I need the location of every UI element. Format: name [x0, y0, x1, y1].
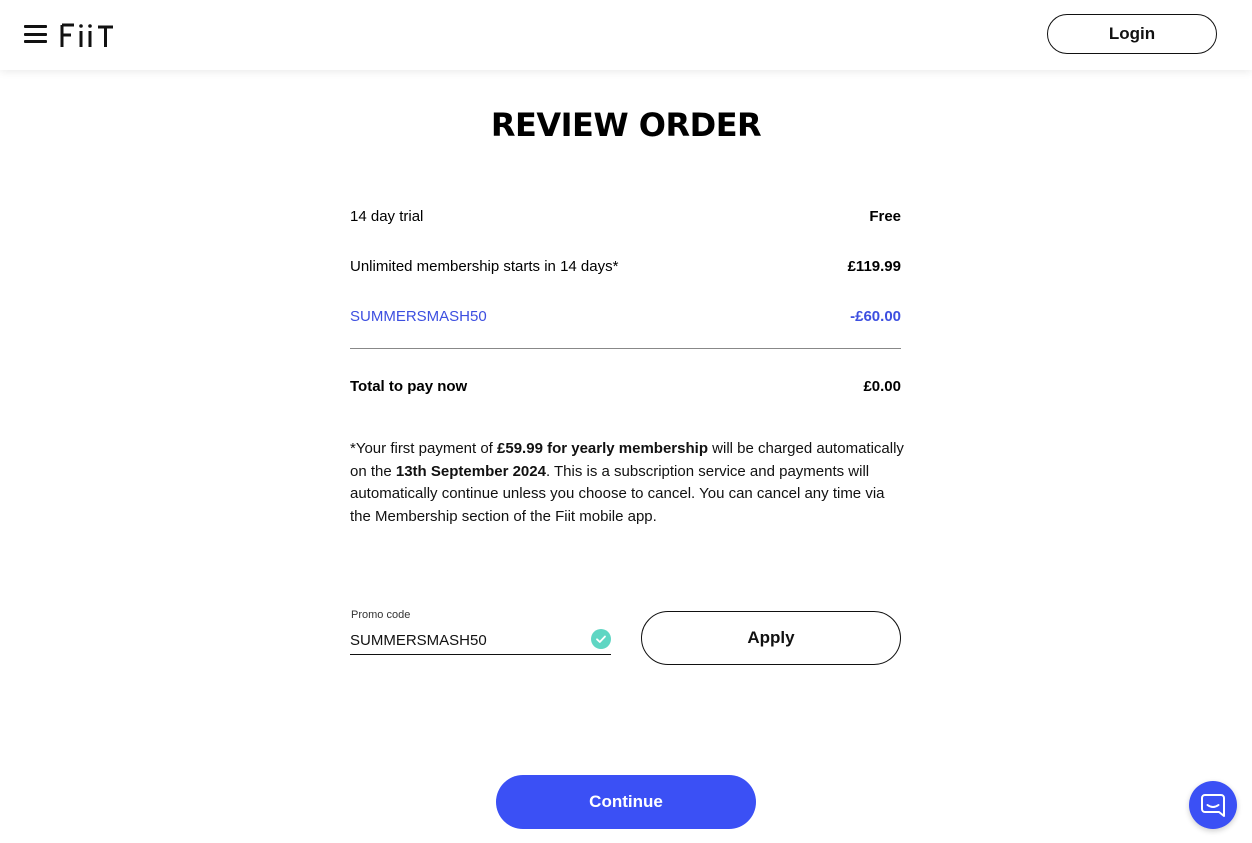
- continue-button[interactable]: Continue: [496, 775, 756, 829]
- promo-code-input[interactable]: [350, 627, 611, 655]
- top-navigation-bar: Login: [0, 0, 1252, 70]
- order-line-value: £119.99: [847, 257, 901, 275]
- order-line-membership: Unlimited membership starts in 14 days* …: [350, 255, 901, 277]
- page-title: REVIEW ORDER: [490, 106, 762, 144]
- menu-line-top: [24, 25, 47, 28]
- promo-code-label: Promo code: [351, 609, 411, 621]
- check-circle-icon: [591, 629, 611, 649]
- check-mark: [596, 635, 606, 643]
- order-divider: [350, 348, 901, 349]
- order-total-row: Total to pay now £0.00: [350, 375, 901, 397]
- menu-line-middle: [24, 32, 47, 36]
- payment-terms-note: *Your first payment of £59.99 for yearly…: [350, 438, 905, 528]
- chat-glyph: [1201, 794, 1225, 817]
- note-bold-amount: £59.99 for yearly membership: [497, 440, 708, 457]
- order-line-label: Unlimited membership starts in 14 days*: [350, 257, 619, 275]
- fiit-logo[interactable]: [60, 20, 116, 50]
- menu-line-bottom: [24, 40, 47, 43]
- order-line-trial: 14 day trial Free: [350, 205, 901, 227]
- chat-bubble-icon[interactable]: [1189, 781, 1237, 829]
- order-total-label: Total to pay now: [350, 377, 468, 395]
- order-line-promo-discount: SUMMERSMASH50 -£60.00: [350, 305, 901, 327]
- login-button[interactable]: Login: [1047, 14, 1217, 54]
- note-bold-date: 13th September 2024: [395, 462, 546, 480]
- hamburger-menu-icon[interactable]: [24, 24, 47, 44]
- apply-promo-button[interactable]: Apply: [641, 611, 901, 665]
- order-line-value: -£60.00: [850, 307, 901, 325]
- order-line-label: 14 day trial: [350, 207, 424, 225]
- fiit-logo-mark: [60, 23, 113, 47]
- note-text: *Your first payment of: [350, 440, 498, 457]
- order-line-value: Free: [869, 207, 901, 225]
- order-line-label: SUMMERSMASH50: [350, 307, 487, 325]
- order-total-value: £0.00: [863, 377, 901, 395]
